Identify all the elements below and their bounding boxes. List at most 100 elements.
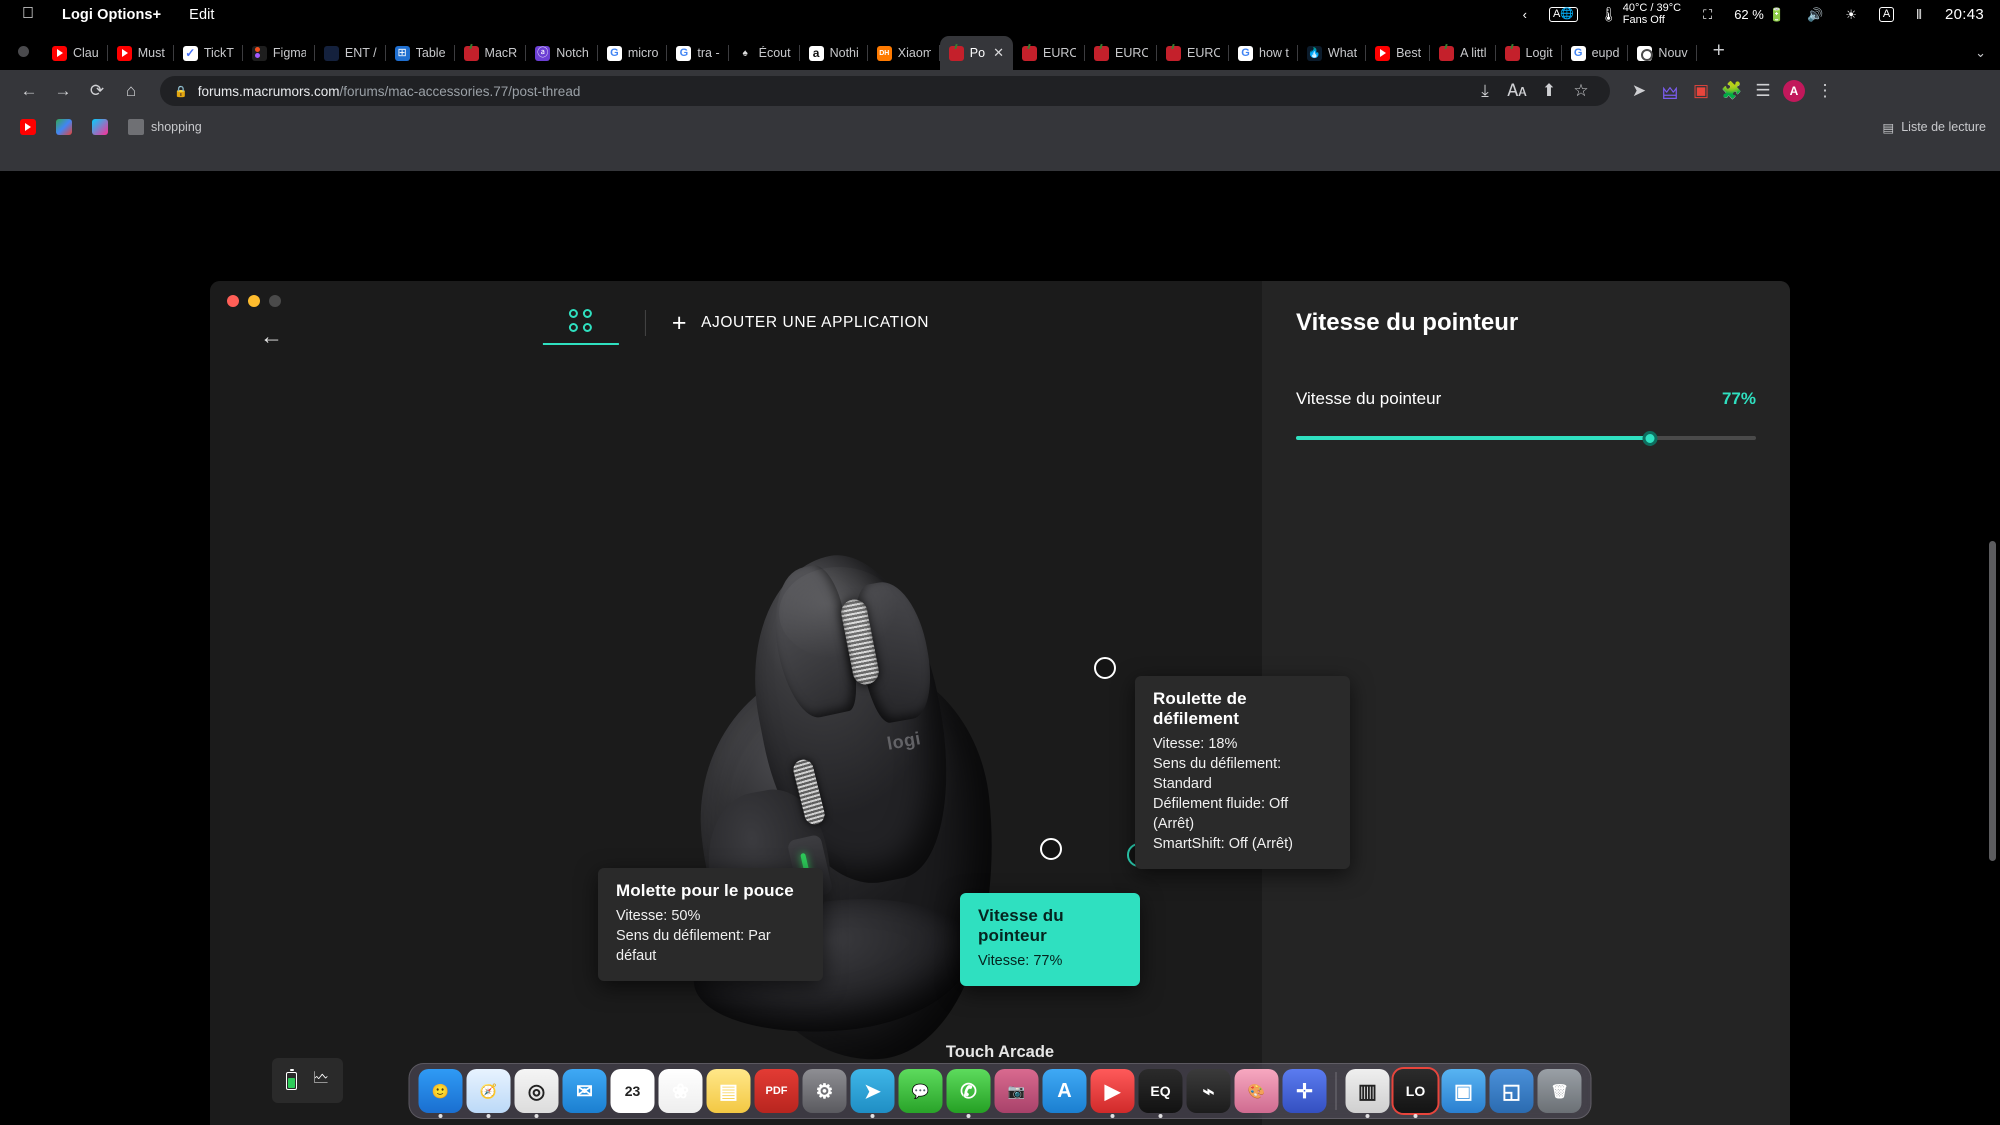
tab[interactable]: EURO — [1157, 36, 1229, 70]
puzzle-icon[interactable]: 🧩 — [1717, 76, 1747, 106]
dock-paint-icon[interactable]: 🎨 — [1234, 1069, 1279, 1113]
tab[interactable]: Best — [1366, 36, 1431, 70]
dock-stats-icon[interactable]: ▥ — [1345, 1069, 1390, 1118]
hotspot-thumb-wheel[interactable] — [1040, 838, 1062, 860]
menubar-back-chevron[interactable]: ‹ — [1512, 7, 1538, 22]
menubar-clock[interactable]: 20:43 — [1933, 6, 1984, 23]
dock-plus-app-icon[interactable]: ✛ — [1282, 1069, 1327, 1113]
bookmark-folder-shopping[interactable]: shopping — [120, 116, 210, 138]
tab[interactable]: micro — [598, 36, 668, 70]
control-center-icon[interactable]: ⦀ — [1905, 7, 1933, 23]
tab[interactable]: Nouv — [1628, 36, 1697, 70]
dock-mail-icon[interactable]: ✉ — [562, 1069, 607, 1113]
dock-messages-icon[interactable]: 💬 — [898, 1069, 943, 1113]
tab-search-chevron-icon[interactable]: ⌄ — [1975, 45, 1986, 61]
window-traffic-lights[interactable] — [8, 46, 43, 70]
chrome-menu-icon[interactable]: ⋮ — [1810, 76, 1840, 106]
grid-dots-icon[interactable] — [542, 309, 619, 345]
share-icon[interactable]: ⬆ — [1534, 76, 1564, 106]
tab[interactable]: EURO — [1085, 36, 1157, 70]
tab[interactable]: Écout — [729, 36, 800, 70]
dock-media-icon[interactable]: ▶ — [1090, 1069, 1135, 1118]
slider-knob[interactable] — [1642, 431, 1658, 446]
logi-minimize-button[interactable] — [248, 295, 260, 307]
tab[interactable]: Notch — [526, 36, 598, 70]
logi-back-button[interactable]: ← — [260, 323, 283, 350]
tab[interactable]: What — [1298, 36, 1367, 70]
new-tab-button[interactable]: + — [1697, 39, 1739, 70]
tab[interactable]: Must — [108, 36, 174, 70]
battery-status[interactable]: 62 % 🔋 — [1723, 7, 1796, 23]
tab[interactable]: Logit — [1496, 36, 1562, 70]
tab[interactable]: Nothi — [800, 36, 868, 70]
hotspot-scroll-wheel[interactable] — [1094, 657, 1116, 679]
tooltip-pointer-speed[interactable]: Vitesse du pointeur Vitesse: 77% — [960, 893, 1140, 986]
dock-safari-icon[interactable]: 🧭 — [466, 1069, 511, 1118]
tab[interactable]: Table — [386, 36, 455, 70]
red-extension-icon[interactable]: ▣ — [1686, 76, 1716, 106]
dock-pdf-icon[interactable]: PDF — [754, 1069, 799, 1113]
tab[interactable]: EURO — [1013, 36, 1085, 70]
battery-icon[interactable] — [286, 1069, 297, 1090]
add-application-button[interactable]: + AJOUTER UNE APPLICATION — [672, 310, 929, 344]
dock-folder-blue-icon[interactable]: ▣ — [1441, 1069, 1486, 1113]
bookmark-arrow-app[interactable] — [84, 116, 116, 138]
pointer-speed-slider[interactable] — [1296, 429, 1756, 447]
cpu-icon[interactable]: ⛶ — [1692, 7, 1723, 23]
clip-extension-icon[interactable]: 🜲 — [1655, 76, 1685, 106]
reading-list-button[interactable]: ▤ Liste de lecture — [1882, 120, 1986, 135]
bluetooth-icon[interactable]: 🗠 — [313, 1067, 329, 1094]
bookmark-star-icon[interactable]: ☆ — [1566, 76, 1596, 106]
dock-finder-icon[interactable]: 🙂 — [418, 1069, 463, 1118]
reload-button[interactable]: ⟳ — [82, 76, 112, 106]
keyboard-badge-icon[interactable]: A — [1868, 7, 1905, 22]
address-bar[interactable]: 🔒 forums.macrumors.com/forums/mac-access… — [160, 76, 1610, 106]
download-icon[interactable]: ⤓ — [1470, 76, 1500, 106]
tab[interactable]: Figma — [243, 36, 315, 70]
dock-chrome-icon[interactable]: ◎ — [514, 1069, 559, 1118]
bookmark-maps[interactable] — [48, 116, 80, 138]
dock-screenshot-icon[interactable]: ◱ — [1489, 1069, 1534, 1113]
dock-notes-icon[interactable]: ▤ — [706, 1069, 751, 1113]
menubar-edit[interactable]: Edit — [175, 7, 228, 23]
bookmark-youtube[interactable] — [12, 116, 44, 138]
dock-calendar-icon[interactable]: 23 — [610, 1069, 655, 1113]
dock-settings-icon[interactable]: ⚙ — [802, 1069, 847, 1113]
translate-icon[interactable]: 🗛 — [1502, 76, 1532, 106]
dock-photos-icon[interactable]: ❀ — [658, 1069, 703, 1113]
dock-whatsapp-icon[interactable]: ✆ — [946, 1069, 991, 1118]
tab[interactable]: eupd — [1562, 36, 1629, 70]
volume-icon[interactable]: 🔊 — [1796, 7, 1834, 23]
menubar-app-name[interactable]: Logi Options+ — [48, 7, 175, 23]
brightness-icon[interactable]: ☀ — [1834, 7, 1868, 23]
avatar[interactable]: A — [1779, 76, 1809, 106]
temperature-status[interactable]: 🌡 40°C / 39°C Fans Off — [1589, 2, 1692, 26]
dock-photobooth-icon[interactable]: 📷 — [994, 1069, 1039, 1113]
logi-traffic-lights[interactable] — [227, 295, 281, 307]
tab[interactable]: Xiaom — [868, 36, 940, 70]
dock-logi-options-icon[interactable]: LO — [1393, 1069, 1438, 1118]
logi-close-button[interactable] — [227, 295, 239, 307]
tab[interactable]: tra - — [667, 36, 729, 70]
tab-active[interactable]: Po ✕ — [939, 36, 1013, 70]
tab-close-icon[interactable]: ✕ — [993, 45, 1004, 61]
apple-icon[interactable]:  — [18, 5, 48, 25]
tab[interactable]: Clau — [43, 36, 108, 70]
reading-list-icon[interactable]: ☰ — [1748, 76, 1778, 106]
dock-telegram-icon[interactable]: ➤ — [850, 1069, 895, 1118]
home-button[interactable]: ⌂ — [116, 76, 146, 106]
dock-trash-icon[interactable]: 🗑 — [1537, 1069, 1582, 1113]
dock-graph-icon[interactable]: ⌁ — [1186, 1069, 1231, 1113]
back-button[interactable]: ← — [14, 76, 44, 106]
pointer-extension-icon[interactable]: ➤ — [1624, 76, 1654, 106]
tab[interactable]: TickT — [174, 36, 243, 70]
tooltip-thumb-wheel[interactable]: Molette pour le pouce Vitesse: 50% Sens … — [598, 868, 823, 981]
tab[interactable]: how t — [1229, 36, 1298, 70]
tab[interactable]: A littl — [1430, 36, 1496, 70]
tooltip-scroll-wheel[interactable]: Roulette de défilement Vitesse: 18% Sens… — [1135, 676, 1350, 869]
input-source-icon[interactable]: A🌐 — [1538, 7, 1589, 22]
page-scrollbar[interactable] — [1989, 541, 1996, 861]
tab[interactable]: ENT / — [315, 36, 386, 70]
logi-zoom-button[interactable] — [269, 295, 281, 307]
forward-button[interactable]: → — [48, 76, 78, 106]
